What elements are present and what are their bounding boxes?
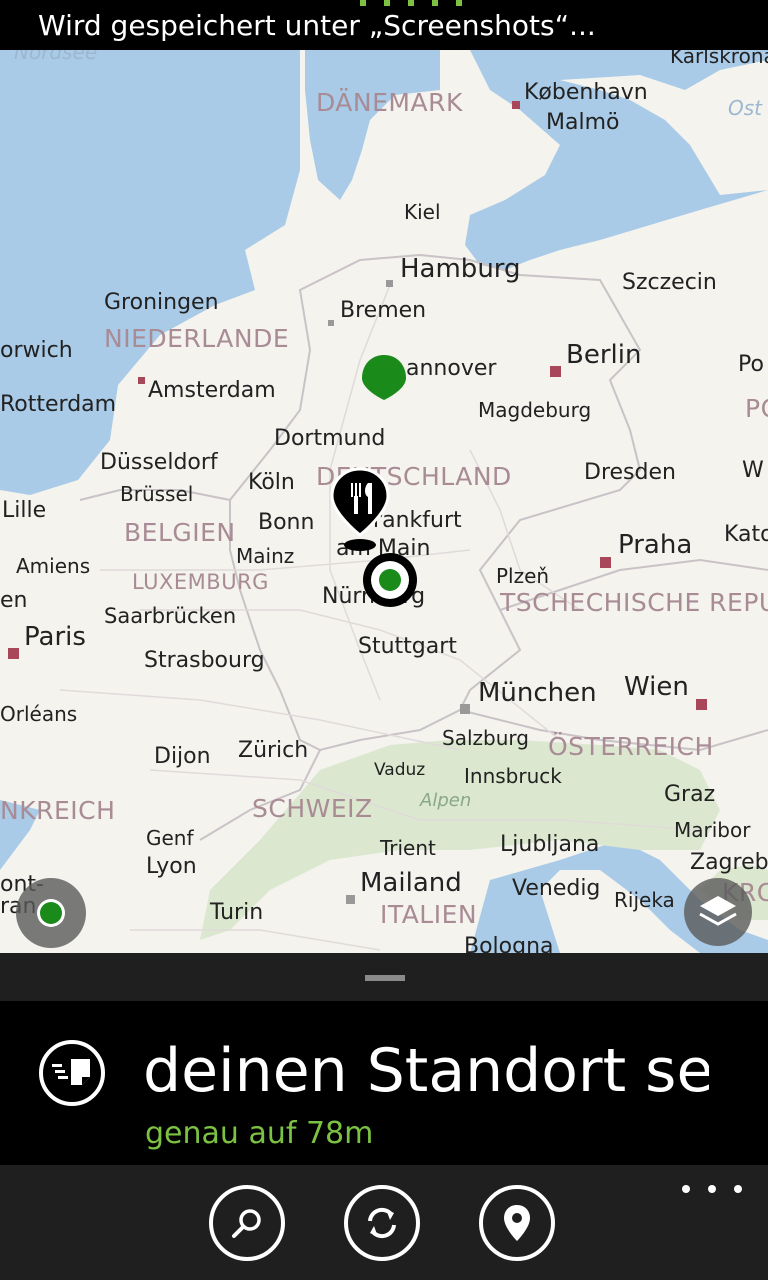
map-label: Mainz (236, 544, 295, 568)
map-label: Bonn (258, 510, 315, 535)
map-label: ITALIEN (380, 900, 478, 929)
map-label: Kato (724, 522, 768, 547)
map-label: Mailand (360, 868, 462, 898)
map-label: en (0, 588, 28, 613)
map-label: Plzeň (496, 564, 550, 588)
map-label: Ost (728, 96, 763, 120)
layers-button[interactable] (684, 878, 752, 946)
map-label: Maribor (674, 818, 751, 842)
map-label: Magdeburg (478, 398, 592, 422)
map-label: Amsterdam (148, 378, 276, 403)
search-button[interactable] (209, 1185, 285, 1261)
status-bar: Wird gespeichert unter „Screenshots“... (0, 0, 768, 50)
map-label: Rotterdam (0, 392, 117, 417)
map-label: ÖSTERREICH (548, 732, 714, 761)
map-label: Turin (210, 900, 264, 925)
map-label: Ljubljana (500, 832, 600, 857)
layers-icon (699, 896, 737, 926)
status-text: Wird gespeichert unter „Screenshots“... (38, 9, 596, 42)
map-label: LUXEMBURG (132, 570, 269, 594)
map-label: Praha (618, 530, 693, 560)
map-label: Saarbrücken (104, 604, 237, 628)
panel-handle-area[interactable] (0, 953, 768, 1001)
map-label: Lyon (146, 854, 197, 879)
map-label: Berlin (566, 340, 642, 370)
map-label: Malmö (546, 110, 620, 135)
map-pin-button[interactable] (479, 1185, 555, 1261)
share-location-icon[interactable] (38, 1039, 106, 1107)
map-label: Wien (624, 672, 689, 702)
map-label: Trient (380, 836, 436, 860)
map-label: Paris (24, 622, 86, 652)
map-label: SCHWEIZ (252, 794, 373, 823)
search-icon (232, 1209, 261, 1238)
map-label: Lille (2, 498, 47, 523)
map-label: DÄNEMARK (316, 88, 463, 117)
map-label: Karlskrona (670, 50, 768, 68)
map-label: Amiens (16, 554, 91, 578)
panel-title[interactable]: deinen Standort senden (143, 1037, 709, 1106)
map-label: Stuttgart (358, 634, 457, 659)
map-label: Po (738, 352, 764, 377)
map-label: Rijeka (614, 888, 675, 912)
map-label: Venedig (512, 876, 601, 901)
refresh-icon (368, 1207, 396, 1239)
map-view[interactable]: Nordsee DÄNEMARK København Malmö Ost Kar… (0, 50, 768, 953)
map-label: Hamburg (400, 254, 521, 284)
map-label: Szczecin (622, 270, 717, 295)
map-label: Strasbourg (144, 648, 265, 673)
map-label: NKREICH (0, 796, 116, 825)
map-label: Düsseldorf (100, 450, 218, 475)
map-label: Bologna (464, 934, 554, 954)
map-label: Dresden (584, 460, 676, 485)
map-label: TSCHECHISCHE REPU (500, 588, 768, 617)
app-bar (0, 1165, 768, 1280)
share-location-panel[interactable]: deinen Standort senden genau auf 78m (0, 1001, 768, 1165)
progress-indicator (360, 0, 462, 6)
locate-me-button[interactable] (16, 878, 86, 948)
current-location-marker (363, 553, 417, 607)
map-label: PO (745, 394, 768, 423)
refresh-button[interactable] (344, 1185, 420, 1261)
map-label: NIEDERLANDE (104, 324, 290, 353)
map-label: Innsbruck (464, 764, 562, 788)
map-label: København (524, 80, 648, 105)
map-label: Vaduz (374, 760, 426, 780)
map-label: Graz (664, 782, 716, 807)
map-label: Zürich (238, 738, 309, 763)
drag-handle[interactable] (365, 975, 405, 981)
restaurant-pin-icon[interactable] (326, 465, 394, 553)
map-label: Salzburg (442, 726, 529, 750)
map-label: BELGIEN (124, 518, 236, 547)
map-label: Zagreb (690, 850, 768, 875)
accuracy-text: genau auf 78m (145, 1116, 374, 1151)
map-label: Dijon (154, 744, 211, 769)
map-label: Brüssel (120, 482, 194, 506)
more-options-button[interactable] (682, 1179, 742, 1199)
location-dot-icon (37, 899, 65, 927)
map-label: Groningen (104, 290, 219, 315)
map-label: Genf (146, 826, 194, 850)
map-label: München (478, 678, 597, 708)
map-label: Köln (248, 470, 295, 495)
map-label: annover (406, 356, 497, 381)
map-pin-icon (504, 1205, 530, 1241)
map-label: W (742, 458, 764, 483)
map-label: Bremen (340, 298, 427, 323)
map-label: Alpen (420, 790, 472, 811)
map-label: Kiel (404, 200, 441, 224)
map-label: Nordsee (14, 50, 98, 64)
map-label: Dortmund (274, 426, 386, 451)
map-label: Orléans (0, 702, 78, 726)
map-label: orwich (0, 338, 73, 363)
